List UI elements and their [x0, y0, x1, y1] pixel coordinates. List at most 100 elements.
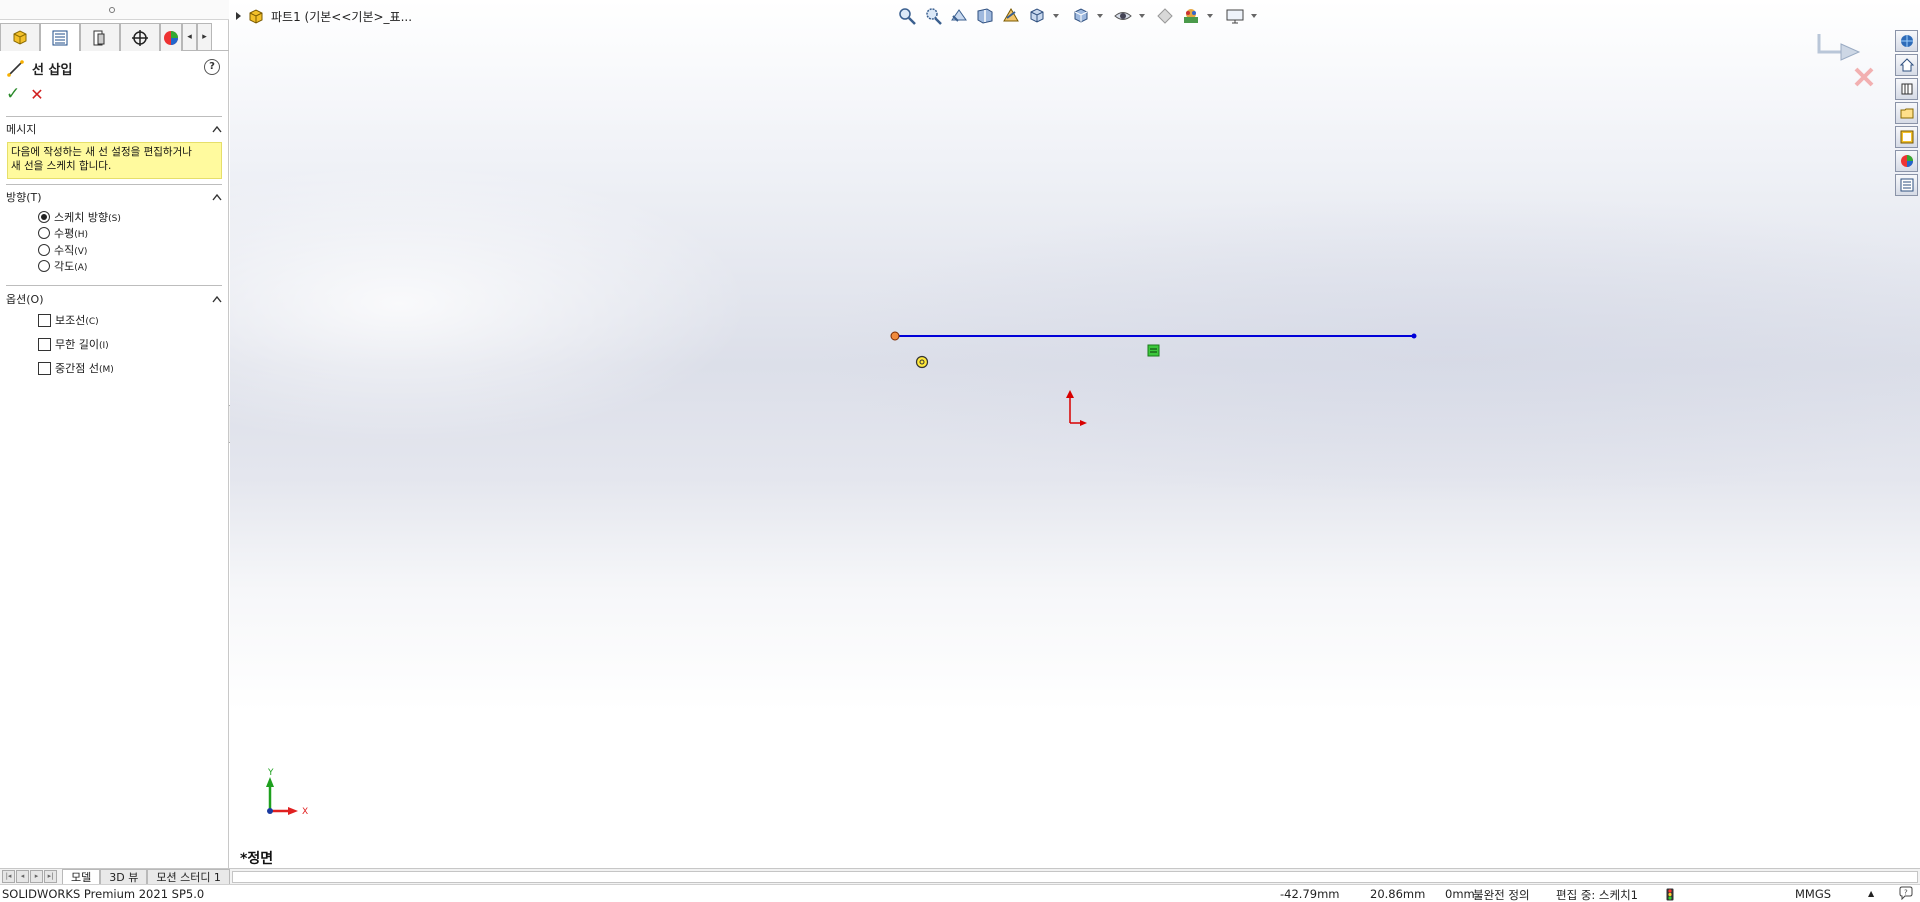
- ok-check-icon[interactable]: ✓: [6, 84, 20, 104]
- triad-x-label: X: [302, 807, 308, 817]
- chat-help-icon: ?: [1899, 886, 1913, 901]
- line-end-point[interactable]: [1411, 333, 1417, 339]
- sketch-canvas[interactable]: Y X: [230, 0, 1920, 868]
- checkbox[interactable]: [38, 313, 51, 327]
- editing-status: 편집 중: 스케치1: [1556, 888, 1638, 902]
- radio-button[interactable]: [38, 227, 50, 239]
- tab-feature-tree[interactable]: [0, 23, 40, 51]
- orientation-group-header[interactable]: 방향(T): [6, 189, 222, 205]
- tab-dimxpert-manager[interactable]: [120, 23, 160, 51]
- chevron-up-icon[interactable]: [212, 193, 222, 201]
- sketch-definition-status[interactable]: 불완전 정의: [1473, 887, 1530, 902]
- tab-3d-view[interactable]: 3D 뷰: [100, 868, 148, 885]
- tab-scrollbar[interactable]: [231, 870, 1918, 883]
- message-box: 다음에 작성하는 새 선 설정을 편집하거나 새 선을 스케치 합니다.: [7, 142, 222, 179]
- svg-text:?: ?: [1904, 889, 1908, 897]
- pm-header: 선 삽입 ?: [6, 56, 222, 80]
- radio-label: 각도: [54, 260, 75, 273]
- message-group-header[interactable]: 메시지: [6, 121, 222, 137]
- tab-nav-arrows: |◂ ◂ ▸ ▸|: [2, 870, 58, 883]
- traffic-light-icon: [1666, 888, 1674, 901]
- line-tool-icon: [7, 60, 24, 77]
- panel-drag-handle[interactable]: [0, 0, 229, 20]
- rebuild-traffic-light-icon[interactable]: [1666, 888, 1674, 902]
- shortcut-key: (C): [85, 317, 99, 327]
- group-divider: [6, 285, 222, 286]
- handle-dot-icon: [109, 7, 115, 13]
- shortcut-key: (S): [108, 214, 121, 224]
- pm-actions: ✓ ✕: [6, 84, 44, 104]
- feature-tree-icon: [13, 29, 27, 45]
- shortcut-key: (A): [74, 263, 88, 273]
- shortcut-key: (I): [98, 341, 109, 351]
- radio-sketch-orientation[interactable]: 스케치 방향(S): [38, 210, 121, 224]
- radio-button[interactable]: [38, 244, 50, 256]
- coincident-inference-icon: [915, 355, 929, 369]
- tab-configuration-manager[interactable]: [80, 23, 120, 51]
- last-tab-arrow-icon[interactable]: ▸|: [44, 870, 57, 883]
- view-orientation-label: *정면: [240, 851, 274, 867]
- checkbox-label: 무한 길이: [55, 338, 99, 351]
- radio-label: 수직: [54, 244, 75, 257]
- prev-tab-arrow-icon[interactable]: ◂: [16, 870, 29, 883]
- checkbox[interactable]: [38, 361, 51, 375]
- shortcut-key: (H): [74, 230, 89, 240]
- options-group-label: 옵션(O): [6, 293, 44, 306]
- unit-system[interactable]: MMGS: [1795, 887, 1831, 901]
- units-caret-icon[interactable]: ▲: [1868, 889, 1874, 898]
- shortcut-key: (M): [98, 365, 114, 375]
- bottom-tab-bar: |◂ ◂ ▸ ▸| 모델 3D 뷰 모션 스터디 1: [0, 868, 1920, 885]
- property-manager: ◂ ▸ 선 삽입 ? ✓ ✕ 메시지 다음에 작성하는 새 선 설정을 편집하거…: [0, 0, 229, 868]
- group-divider: [6, 184, 222, 185]
- cancel-x-icon[interactable]: ✕: [30, 85, 43, 104]
- checkbox-midpoint-line[interactable]: 중간점 선(M): [38, 361, 114, 375]
- status-bar: SOLIDWORKS Premium 2021 SP5.0 -42.79mm 2…: [0, 884, 1920, 902]
- message-line: 새 선을 스케치 합니다.: [11, 160, 112, 172]
- checkbox-label: 중간점 선: [55, 362, 99, 375]
- checkbox-label: 보조선: [55, 314, 86, 327]
- line-start-point[interactable]: [890, 331, 900, 341]
- options-group-header[interactable]: 옵션(O): [6, 291, 222, 307]
- tab-property-manager[interactable]: [40, 23, 80, 51]
- shortcut-key: (V): [74, 247, 88, 257]
- help-icon[interactable]: ?: [204, 59, 220, 75]
- checkbox[interactable]: [38, 337, 51, 351]
- graphics-area[interactable]: 파트1 (기본<<기본>_표... Y X *정면: [230, 0, 1920, 868]
- triad-y-label: Y: [267, 768, 274, 778]
- dimxpert-icon: [132, 29, 148, 46]
- property-manager-icon: [52, 30, 68, 45]
- reference-triad: Y X: [266, 768, 308, 817]
- radio-angle[interactable]: 각도(A): [38, 259, 87, 273]
- horizontal-relation-icon: [1147, 344, 1160, 357]
- message-line: 다음에 작성하는 새 선 설정을 편집하거나: [11, 146, 192, 158]
- coord-x: -42.79mm: [1280, 887, 1340, 901]
- radio-horizontal[interactable]: 수평(H): [38, 226, 88, 240]
- featuremanager-tabs: ◂ ▸: [0, 23, 229, 51]
- pm-title: 선 삽입: [32, 62, 73, 78]
- checkbox-infinite-length[interactable]: 무한 길이(I): [38, 337, 109, 351]
- tabs-scroll-left-icon[interactable]: ◂: [182, 23, 197, 51]
- coord-y: 20.86mm: [1370, 887, 1426, 901]
- product-name: SOLIDWORKS Premium 2021 SP5.0: [2, 887, 205, 901]
- configuration-manager-icon: [93, 30, 105, 45]
- radio-label: 수평: [54, 227, 75, 240]
- radio-button[interactable]: [38, 211, 50, 223]
- tabs-scroll-right-icon[interactable]: ▸: [197, 23, 212, 51]
- tab-motion-study[interactable]: 모션 스터디 1: [147, 868, 230, 885]
- checkbox-construction[interactable]: 보조선(C): [38, 313, 99, 327]
- group-divider: [6, 116, 222, 117]
- message-group-label: 메시지: [6, 123, 37, 136]
- radio-button[interactable]: [38, 260, 50, 272]
- radio-label: 스케치 방향: [54, 211, 109, 224]
- tab-display-manager[interactable]: [160, 23, 182, 51]
- chevron-up-icon[interactable]: [212, 125, 222, 133]
- sketch-origin-icon: [1066, 390, 1087, 426]
- coord-z: 0mm: [1445, 887, 1475, 901]
- chevron-up-icon[interactable]: [212, 295, 222, 303]
- customize-status-icon[interactable]: ?: [1898, 886, 1914, 902]
- first-tab-arrow-icon[interactable]: |◂: [2, 870, 15, 883]
- display-manager-icon: [164, 30, 178, 45]
- radio-vertical[interactable]: 수직(V): [38, 243, 87, 257]
- tab-model[interactable]: 모델: [62, 868, 101, 885]
- next-tab-arrow-icon[interactable]: ▸: [30, 870, 43, 883]
